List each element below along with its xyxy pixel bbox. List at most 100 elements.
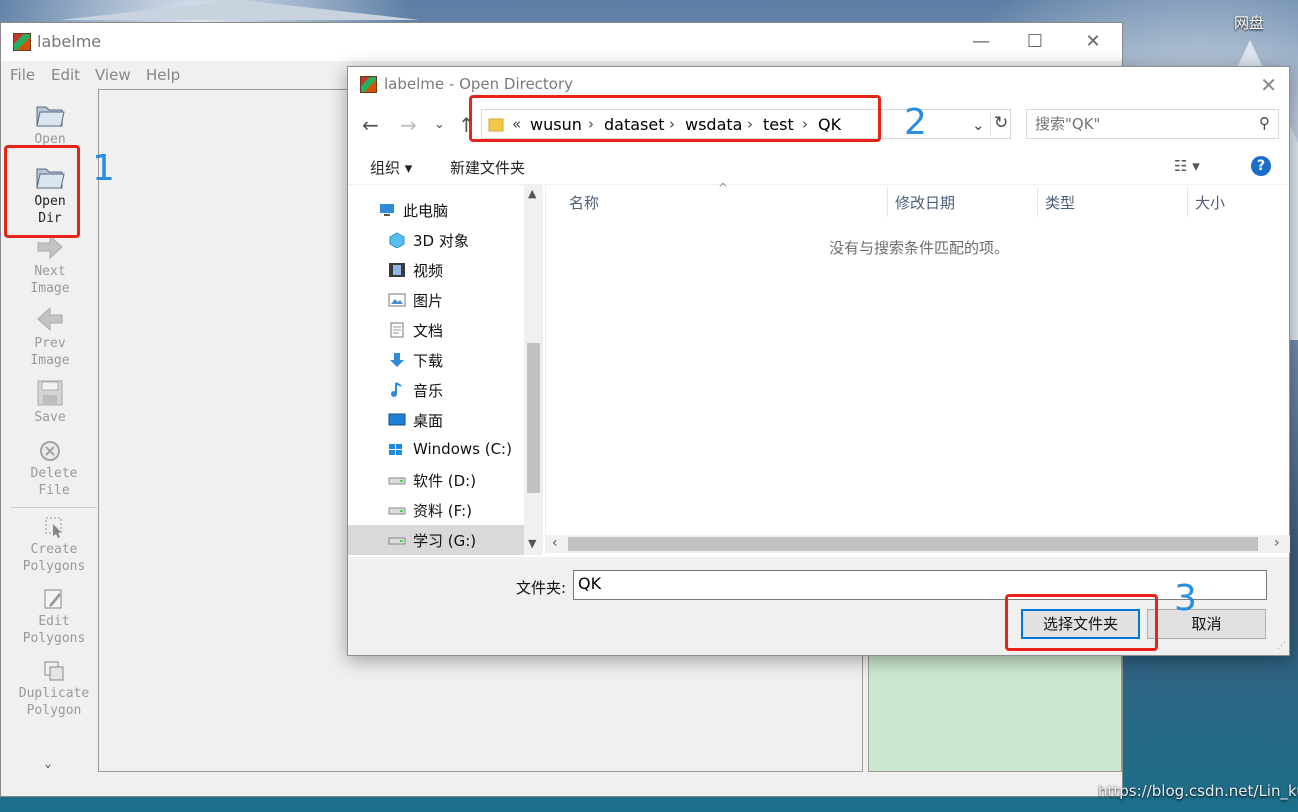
menu-help[interactable]: Help — [146, 66, 180, 84]
open-directory-dialog: labelme - Open Directory ✕ ← → ⌄ ↑ « wus… — [347, 66, 1290, 656]
column-divider — [887, 187, 888, 217]
tree-item-this-pc[interactable]: 此电脑 — [348, 195, 524, 225]
tree-item-drive-f[interactable]: 资料 (F:) — [348, 495, 524, 525]
toolbar-divider — [11, 507, 97, 508]
dialog-titlebar[interactable]: labelme - Open Directory — [360, 75, 573, 97]
tool-create-polygons[interactable]: Create Polygons — [9, 515, 99, 575]
tool-duplicate-polygon[interactable]: Duplicate Polygon — [9, 659, 99, 719]
column-divider — [1037, 187, 1038, 217]
drive-icon — [388, 537, 406, 545]
watermark-text: https://blog.csdn.net/Lin_ku — [1098, 782, 1298, 800]
tree-item-videos[interactable]: 视频 — [348, 255, 524, 285]
annotation-number-3: 3 — [1174, 578, 1197, 619]
right-dock-panel — [868, 651, 1122, 772]
video-icon — [389, 263, 405, 277]
drive-icon — [388, 477, 406, 485]
toolbar-more-chevron[interactable]: ⌄ — [3, 755, 93, 772]
tool-next-image-label: Next Image — [30, 264, 70, 296]
search-box[interactable]: ⚲ — [1026, 109, 1279, 139]
computer-icon — [380, 204, 394, 216]
column-date-header[interactable]: 修改日期 — [895, 192, 955, 213]
tool-open[interactable]: Open — [5, 99, 95, 148]
command-bar: 组织 ▾ 新建文件夹 ☷ ▾ ? — [348, 151, 1289, 185]
annotation-box-address — [469, 95, 881, 142]
maximize-button[interactable]: ☐ — [1015, 29, 1055, 55]
help-icon[interactable]: ? — [1251, 156, 1271, 176]
tool-create-polygons-label: Create Polygons — [22, 542, 86, 574]
close-button[interactable]: ✕ — [1073, 29, 1113, 55]
edit-icon — [44, 589, 62, 609]
tree-scrollbar-thumb[interactable] — [527, 343, 540, 493]
column-type-header[interactable]: 类型 — [1045, 192, 1075, 213]
dialog-close-icon[interactable]: ✕ — [1260, 73, 1277, 97]
tool-duplicate-polygon-label: Duplicate Polygon — [18, 686, 90, 718]
scroll-left-icon[interactable]: ‹ — [552, 535, 558, 551]
tree-item-desktop[interactable]: 桌面 — [348, 405, 524, 435]
new-folder-button[interactable]: 新建文件夹 — [450, 157, 525, 178]
hscrollbar-thumb[interactable] — [568, 537, 1258, 551]
tool-prev-image-label: Prev Image — [30, 336, 70, 368]
empty-search-message: 没有与搜索条件匹配的项。 — [829, 239, 1010, 257]
tree-item-drive-g[interactable]: 学习 (G:) — [348, 525, 524, 555]
search-icon[interactable]: ⚲ — [1259, 114, 1270, 132]
tool-next-image[interactable]: Next Image — [5, 233, 95, 297]
annotation-box-select-folder — [1005, 594, 1158, 651]
tree-item-drive-c[interactable]: Windows (C:) — [348, 435, 524, 465]
desktop-icon — [388, 413, 406, 426]
file-list-hscrollbar[interactable]: ‹ › — [546, 535, 1290, 553]
column-name-header[interactable]: 名称 — [569, 192, 599, 213]
tree-item-3d-objects[interactable]: 3D 对象 — [348, 225, 524, 255]
tree-item-downloads[interactable]: 下载 — [348, 345, 524, 375]
tree-item-music[interactable]: 音乐 — [348, 375, 524, 405]
save-icon — [37, 380, 63, 406]
column-divider — [1187, 187, 1188, 217]
tree-scrollbar[interactable]: ▲ ▼ — [524, 185, 543, 555]
main-window-title: labelme — [37, 32, 102, 51]
desktop-icon-netdisk-label[interactable]: 网盘 — [1234, 12, 1264, 33]
folder-name-input[interactable]: QK — [573, 570, 1267, 600]
folder-field-label: 文件夹: — [516, 579, 567, 597]
drive-icon — [388, 507, 406, 515]
refresh-icon[interactable]: ↻ — [994, 113, 1008, 133]
scroll-up-icon[interactable]: ▲ — [528, 187, 536, 200]
dialog-title: labelme - Open Directory — [384, 75, 574, 93]
tree-item-documents[interactable]: 文档 — [348, 315, 524, 345]
sort-indicator-icon: ^ — [718, 181, 729, 195]
organize-menu[interactable]: 组织 ▾ — [370, 157, 412, 178]
tool-prev-image[interactable]: Prev Image — [5, 305, 95, 369]
tree-item-drive-d[interactable]: 软件 (D:) — [348, 465, 524, 495]
recent-chevron-icon[interactable]: ⌄ — [434, 117, 445, 132]
resize-grip-icon[interactable]: ⋰ — [1277, 641, 1286, 651]
tool-delete-file[interactable]: Delete File — [5, 439, 95, 499]
menu-file[interactable]: File — [10, 66, 35, 84]
duplicate-icon — [44, 661, 64, 681]
windows-drive-icon — [389, 444, 402, 455]
annotation-box-open-dir — [4, 145, 80, 238]
tool-edit-polygons[interactable]: Edit Polygons — [9, 587, 99, 647]
tool-save[interactable]: Save — [5, 379, 95, 426]
forward-arrow-icon[interactable]: → — [400, 113, 417, 137]
labelme-app-icon — [13, 33, 31, 51]
menu-edit[interactable]: Edit — [51, 66, 80, 84]
address-dropdown-icon[interactable]: ⌄ — [972, 116, 985, 134]
view-options-icon[interactable]: ☷ ▾ — [1174, 157, 1200, 175]
3d-objects-icon — [389, 232, 405, 248]
download-icon — [390, 353, 404, 367]
delete-icon — [40, 441, 60, 461]
search-input[interactable] — [1035, 111, 1245, 137]
music-icon — [391, 382, 402, 397]
menu-view[interactable]: View — [95, 66, 131, 84]
navigation-tree: 此电脑 3D 对象 视频 图片 文档 下载 音乐 桌面 Windows (C:)… — [348, 185, 545, 555]
tree-item-pictures[interactable]: 图片 — [348, 285, 524, 315]
column-size-header[interactable]: 大小 — [1195, 192, 1225, 213]
cancel-button[interactable]: 取消 — [1147, 609, 1266, 639]
main-titlebar[interactable]: labelme — ☐ ✕ — [1, 23, 1122, 61]
tool-edit-polygons-label: Edit Polygons — [22, 614, 86, 646]
pictures-icon — [388, 293, 406, 307]
scroll-right-icon[interactable]: › — [1274, 535, 1280, 551]
back-arrow-icon[interactable]: ← — [362, 113, 379, 137]
arrow-left-icon — [37, 306, 63, 332]
minimize-button[interactable]: — — [961, 29, 1001, 55]
tool-delete-file-label: Delete File — [30, 466, 78, 498]
scroll-down-icon[interactable]: ▼ — [528, 537, 536, 550]
